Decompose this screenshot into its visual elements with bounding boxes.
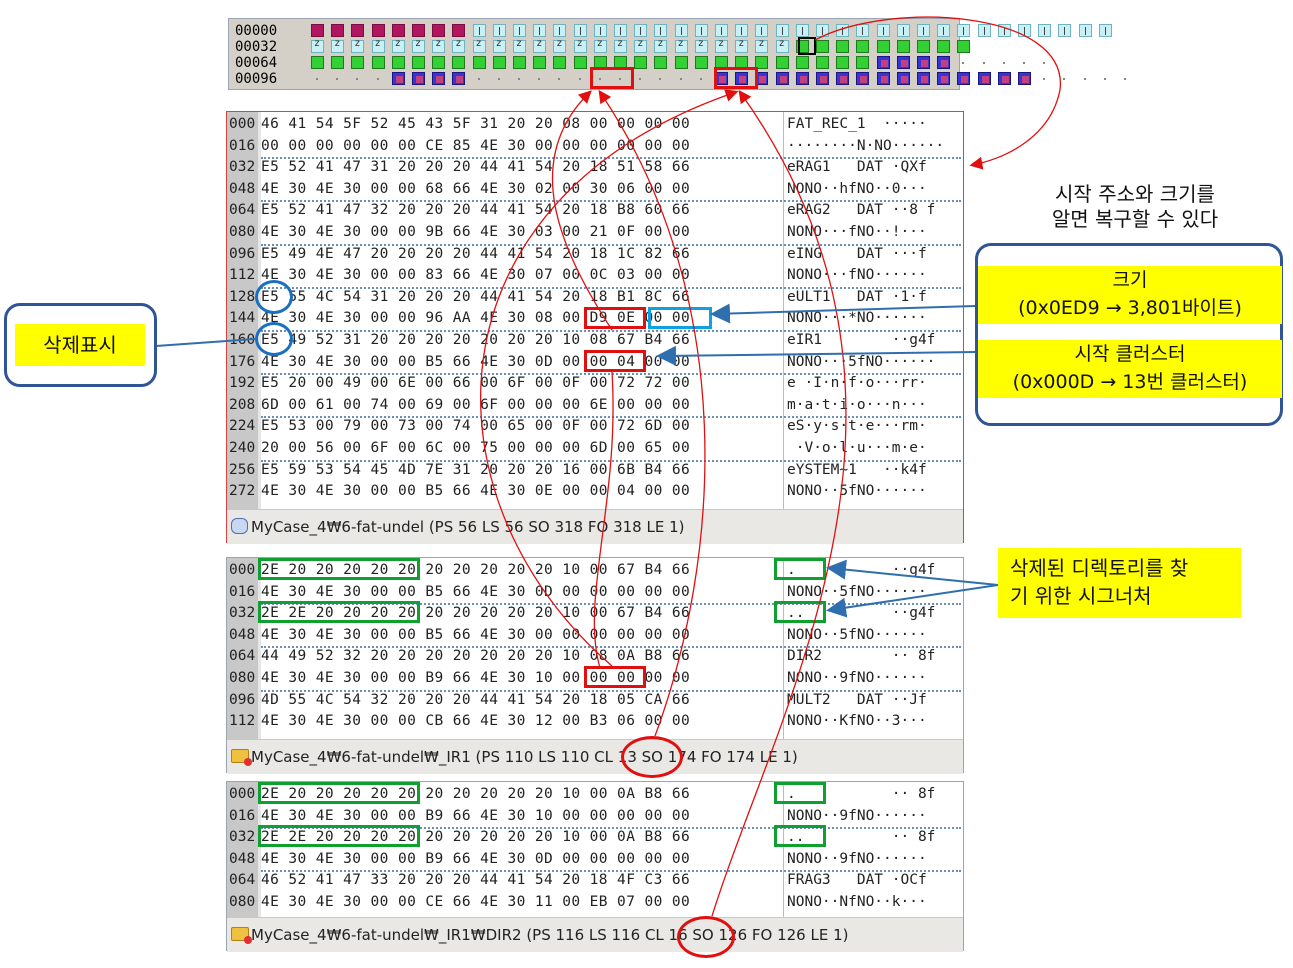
annotation-arrows: [155, 16, 1061, 917]
size-label-box: 크기 (0x0ED9 → 3,801바이트): [978, 266, 1282, 324]
size-title: 크기: [1112, 269, 1148, 291]
size-value: (0x0ED9 → 3,801바이트): [1018, 297, 1242, 319]
deletion-mark-label: 삭제표시: [15, 324, 145, 366]
entry-fields-callout: 크기 (0x0ED9 → 3,801바이트) 시작 클러스터 (0x000D →…: [975, 243, 1283, 426]
restore-note-line1: 시작 주소와 크기를: [1055, 182, 1215, 206]
signature-note-line2: 기 위한 시그너처: [1010, 584, 1152, 608]
start-cluster-value: (0x000D → 13번 클러스터): [1012, 371, 1248, 393]
signature-note: 삭제된 디렉토리를 찾 기 위한 시그너처: [998, 548, 1241, 618]
restore-note: 시작 주소와 크기를 알면 복구할 수 있다: [1010, 182, 1260, 232]
start-cluster-title: 시작 클러스터: [1074, 343, 1186, 365]
deletion-mark-callout: 삭제표시: [4, 303, 157, 387]
start-cluster-label-box: 시작 클러스터 (0x000D → 13번 클러스터): [978, 340, 1282, 398]
restore-note-line2: 알면 복구할 수 있다: [1051, 207, 1219, 231]
signature-note-line1: 삭제된 디렉토리를 찾: [1010, 556, 1189, 580]
